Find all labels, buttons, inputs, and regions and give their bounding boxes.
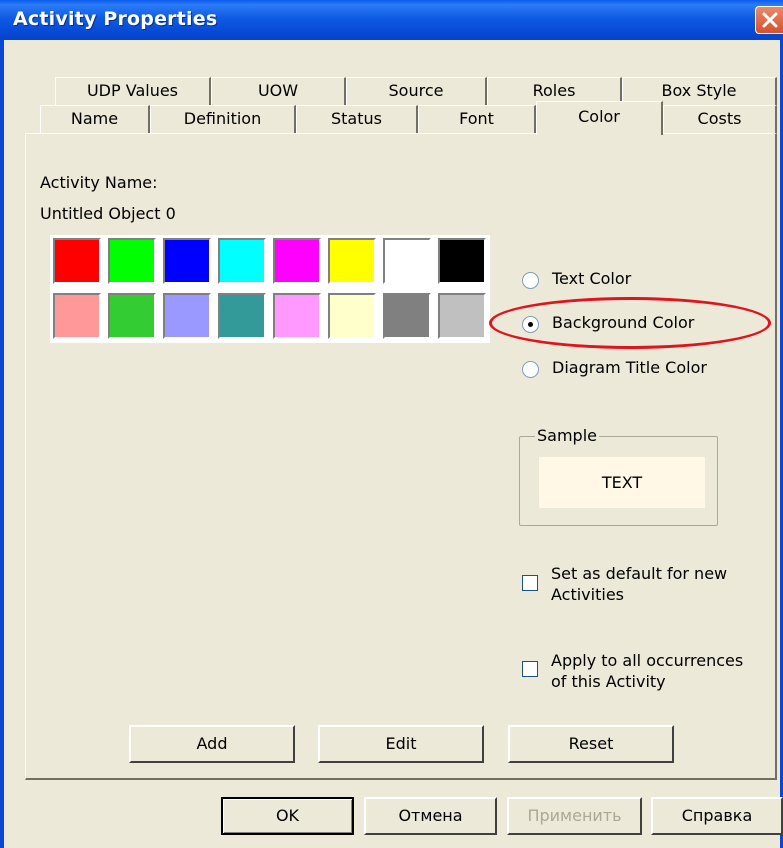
help-button[interactable]: Справка — [651, 797, 783, 835]
color-swatch[interactable] — [328, 238, 376, 284]
radio-button[interactable] — [522, 361, 539, 378]
color-swatch[interactable] — [383, 238, 431, 284]
color-palette — [50, 235, 490, 343]
color-swatch[interactable] — [273, 238, 321, 284]
sample-group-label: Sample — [535, 426, 599, 445]
radio-diagram-title-color[interactable]: Diagram Title Color — [522, 358, 762, 384]
edit-button[interactable]: Edit — [318, 725, 484, 763]
tab-uow[interactable]: UOW — [211, 77, 346, 105]
tab-status[interactable]: Status — [296, 105, 418, 133]
color-swatch[interactable] — [108, 238, 156, 284]
color-swatch[interactable] — [218, 293, 266, 339]
color-swatch[interactable] — [383, 293, 431, 339]
set-default-label-line1: Set as default for new — [551, 564, 728, 583]
color-swatch[interactable] — [108, 293, 156, 339]
set-default-label-line2: Activities — [551, 585, 624, 604]
tab-costs[interactable]: Costs — [663, 105, 777, 133]
color-swatch[interactable] — [438, 293, 486, 339]
tab-name[interactable]: Name — [40, 105, 150, 133]
color-swatch[interactable] — [163, 293, 211, 339]
apply-all-label-line1: Apply to all occurrences — [551, 651, 744, 670]
color-swatch[interactable] — [328, 293, 376, 339]
window-title: Activity Properties — [13, 8, 218, 30]
radio-button[interactable] — [522, 316, 539, 333]
apply-button[interactable]: Применить — [507, 797, 642, 835]
close-icon — [762, 12, 778, 28]
tab-source[interactable]: Source — [346, 77, 487, 105]
color-swatch[interactable] — [53, 293, 101, 339]
activity-name-value: Untitled Object 0 — [40, 204, 176, 223]
tab-udp-values[interactable]: UDP Values — [55, 77, 211, 105]
color-swatch[interactable] — [53, 238, 101, 284]
apply-all-label-line2: of this Activity — [551, 672, 666, 691]
ok-button[interactable]: OK — [221, 797, 354, 835]
color-swatch[interactable] — [218, 238, 266, 284]
sample-preview: TEXT — [539, 457, 705, 508]
color-swatch[interactable] — [273, 293, 321, 339]
window-frame-left — [0, 40, 4, 848]
add-button[interactable]: Add — [129, 725, 295, 763]
activity-name-label: Activity Name: — [40, 173, 158, 192]
reset-button[interactable]: Reset — [508, 725, 674, 763]
radio-background-color[interactable]: Background Color — [522, 313, 752, 339]
color-swatch[interactable] — [163, 238, 211, 284]
tab-font[interactable]: Font — [418, 105, 536, 133]
color-swatch[interactable] — [438, 238, 486, 284]
tab-color[interactable]: Color — [536, 101, 663, 135]
close-button[interactable] — [755, 6, 783, 34]
title-bar[interactable]: Activity Properties — [0, 0, 783, 40]
set-default-checkbox[interactable] — [522, 575, 538, 591]
apply-all-checkbox[interactable] — [522, 661, 538, 677]
cancel-button[interactable]: Отмена — [364, 797, 497, 835]
tab-definition[interactable]: Definition — [150, 105, 296, 133]
radio-button[interactable] — [522, 272, 539, 289]
radio-text-color[interactable]: Text Color — [522, 269, 722, 295]
